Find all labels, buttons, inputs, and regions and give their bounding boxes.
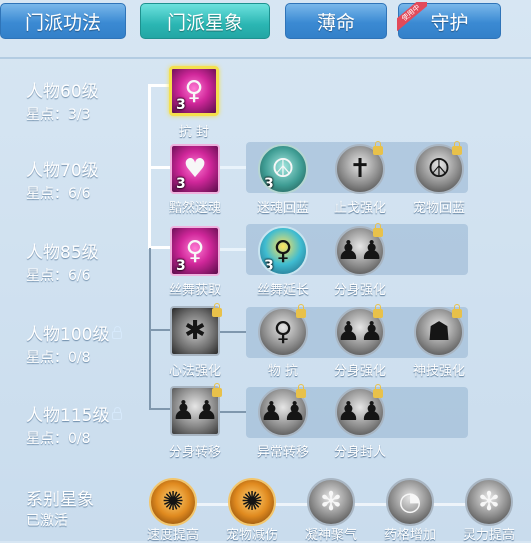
lock-icon (373, 304, 383, 318)
skill-label: 药格增加 (383, 528, 436, 543)
level-points-70: 星点：6/6 (26, 186, 91, 202)
level-label-100-text: 人物100级 (26, 325, 110, 345)
lock-icon (296, 304, 306, 318)
level-points-60: 星点：3/3 (26, 107, 91, 123)
tree-connector (148, 246, 170, 249)
skill-label: 神技强化 (412, 364, 465, 379)
skill-label: 分身强化 (333, 364, 386, 379)
lock-icon (212, 383, 222, 397)
skill-label: 宠物减伤 (225, 528, 278, 543)
fire-icon: ✺ (162, 487, 184, 517)
level-label-85: 人物85级 (26, 243, 99, 263)
tree-connector-locked (149, 248, 151, 408)
skill-count: 3 (176, 97, 186, 113)
level-label-60: 人物60级 (26, 82, 99, 102)
skill-label: 凝神聚气 (304, 528, 357, 543)
skill-label: 宠物回蓝 (412, 201, 465, 216)
level-label-100: 人物100级 (26, 320, 123, 345)
lock-icon (373, 223, 383, 237)
star-skill-charm-mana[interactable]: ☮ 3 (258, 144, 308, 194)
snowflake-icon: ✻ (320, 487, 342, 517)
skill-label: 丝舞延长 (256, 283, 309, 298)
skill-label: 分身转移 (168, 445, 221, 460)
tab-sect-skills[interactable]: 门派功法 (0, 3, 126, 39)
tree-connector (148, 84, 170, 87)
level-points-115: 星点：0/8 (26, 431, 91, 447)
skill-label: 异常转移 (256, 445, 309, 460)
series-skill-potion-slots[interactable]: ◔ (386, 478, 434, 526)
series-skill-speed[interactable]: ✺ (149, 478, 197, 526)
skill-label: 分身强化 (333, 283, 386, 298)
series-skill-pet-dmg-reduce[interactable]: ✺ (228, 478, 276, 526)
skill-label: 分身封人 (333, 445, 386, 460)
lock-icon (296, 384, 306, 398)
row-connector (220, 331, 246, 333)
series-skill-focus[interactable]: ✻ (307, 478, 355, 526)
skill-label: 速度提高 (146, 528, 199, 543)
skill-label: 灵力提高 (462, 528, 515, 543)
tab-guard-label: 守护 (430, 11, 469, 34)
skill-label: 抗 封 (178, 125, 210, 140)
tab-sect-stars[interactable]: 门派星象 (140, 3, 270, 39)
header-divider (0, 57, 531, 59)
skill-count: 3 (264, 176, 274, 192)
star-skill-silk-dance-gain[interactable]: ♀ 3 (170, 226, 220, 276)
level-label-115-text: 人物115级 (26, 406, 110, 426)
skill-label: 物 抗 (267, 364, 299, 379)
lock-icon (452, 141, 462, 155)
row-connector (220, 248, 246, 251)
skill-label: 止戈强化 (333, 201, 386, 216)
star-skill-resist-seal[interactable]: ♀ 3 (169, 66, 219, 116)
star-skill-silk-dance-extend[interactable]: ♀ 3 (258, 226, 308, 276)
in-use-badge: 使用中 (397, 2, 427, 32)
skill-count: 3 (176, 176, 186, 192)
lock-icon (112, 326, 123, 339)
tree-connector (148, 166, 170, 169)
series-label: 系别星象 (26, 490, 94, 510)
tree-connector-locked (149, 408, 170, 410)
skill-count: 3 (264, 258, 274, 274)
row-connector (220, 166, 246, 169)
drop-icon: ◔ (398, 487, 422, 517)
lock-icon (112, 407, 123, 420)
tab-fate[interactable]: 薄命 (285, 3, 387, 39)
star-skill-dim-charm[interactable]: ♥ 3 (170, 144, 220, 194)
skill-label: 黯然迷魂 (168, 201, 221, 216)
skill-label: 心法强化 (168, 364, 221, 379)
lock-icon (373, 141, 383, 155)
lock-icon (212, 303, 222, 317)
skill-count: 3 (176, 258, 186, 274)
series-skill-spirit[interactable]: ✻ (465, 478, 513, 526)
lock-icon (452, 304, 462, 318)
fire-icon: ✺ (241, 487, 263, 517)
snowflake-icon: ✻ (478, 487, 500, 517)
tab-guard[interactable]: 守护 使用中 (397, 2, 501, 39)
level-label-70: 人物70级 (26, 161, 99, 181)
level-points-85: 星点：6/6 (26, 268, 91, 284)
lock-icon (373, 384, 383, 398)
tree-connector-locked (149, 329, 170, 331)
level-points-100: 星点：0/8 (26, 350, 91, 366)
skill-label: 迷魂回蓝 (256, 201, 309, 216)
row-connector (220, 411, 246, 413)
level-label-115: 人物115级 (26, 401, 123, 426)
series-status: 已激活 (26, 513, 68, 529)
skill-label: 丝舞获取 (168, 283, 221, 298)
